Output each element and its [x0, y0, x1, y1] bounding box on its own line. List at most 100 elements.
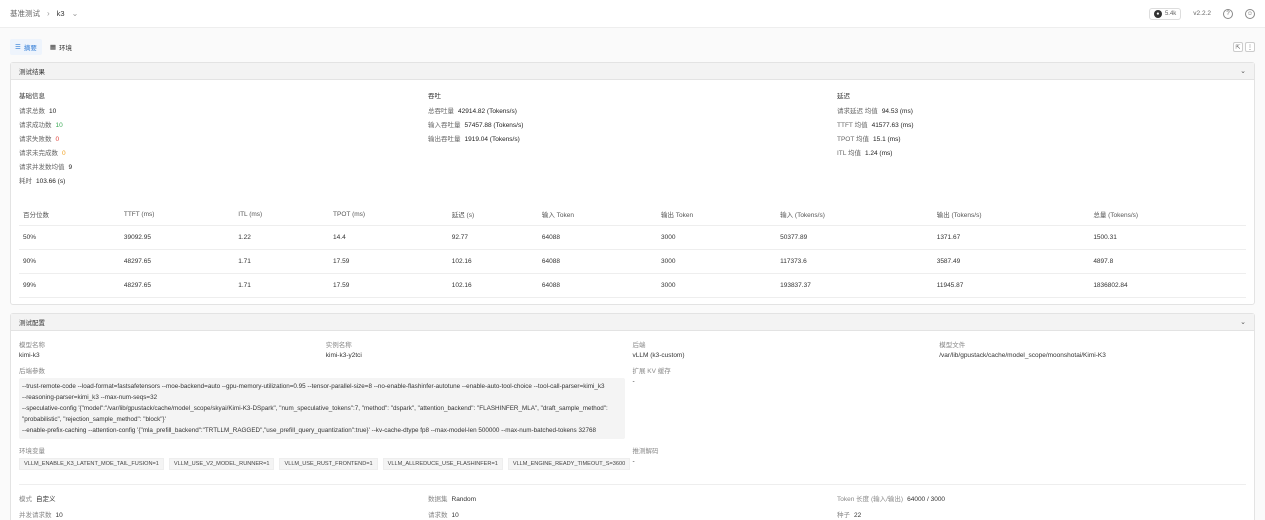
run-summary: 模式 自定义 并发请求数 10 数据集 Random 请求数 10 Token 长度 (…: [19, 484, 1246, 520]
table-cell: 117373.6: [776, 249, 933, 274]
column-header: 总量 (Tokens/s): [1089, 203, 1246, 226]
table-row: 90% 48297.65 1.71 17.59 102.16 64088 300…: [19, 249, 1246, 274]
table-cell: 1.71: [234, 273, 330, 298]
table-cell: 102.16: [447, 249, 538, 274]
field-label: 环境变量: [19, 448, 45, 455]
top-bar: 基准测试 › k3 ⌄ ● 5.4k v2.2.2 ? ☺: [0, 0, 1265, 28]
table-cell: 11945.87: [932, 273, 1090, 298]
args-line: --enable-prefix-caching --attention-conf…: [22, 427, 596, 434]
metric-label: 请求未完成数: [19, 150, 58, 157]
results-title: 测试结果: [19, 69, 45, 76]
table-cell: 193837.37: [776, 273, 933, 298]
metric-value: 57457.88 (Tokens/s): [464, 122, 524, 129]
metric-label: 耗时: [19, 178, 32, 185]
field-label: 数据集: [428, 496, 448, 503]
env-tag: VLLM_USE_RUST_FRONTEND=1: [279, 458, 378, 470]
table-cell: 4897.8: [1089, 249, 1246, 274]
field-label: 模型文件: [939, 342, 966, 349]
table-cell: 50377.89: [776, 225, 933, 250]
help-icon[interactable]: ?: [1223, 8, 1233, 19]
tab-summary[interactable]: ☰ 摘要: [10, 39, 42, 55]
table-cell: 64088: [537, 225, 657, 250]
metric-row: 输入吞吐量 57457.88 (Tokens/s): [428, 119, 837, 129]
table-cell: 64088: [537, 273, 657, 298]
metric-value: 15.1 (ms): [873, 136, 901, 143]
github-count: 5.4k: [1164, 10, 1177, 17]
table-cell: 1371.67: [932, 225, 1090, 250]
table-cell: 17.59: [329, 249, 448, 274]
chevron-up-icon[interactable]: ⌄: [1240, 67, 1246, 75]
table-cell: 1836802.84: [1089, 273, 1246, 298]
metric-value: 94.53 (ms): [881, 108, 913, 115]
env-tags: VLLM_ENABLE_K3_LATENT_MOE_TAIL_FUSION=1 …: [19, 458, 633, 470]
env-tag: VLLM_USE_V2_MODEL_RUNNER=1: [168, 458, 275, 470]
instance-name-field: 实例名称 kimi-k3-y2tci: [326, 339, 633, 359]
field-value: 22: [854, 512, 862, 519]
field-label: 实例名称: [325, 342, 352, 349]
field-label: Token 长度 (输入/输出): [837, 496, 904, 503]
table-cell: 48297.65: [119, 249, 235, 274]
metric-row: 请求失败数 0: [19, 133, 428, 143]
backend-args-code: --trust-remote-code --load-format=fastsa…: [19, 378, 625, 439]
results-panel-header[interactable]: 测试结果 ⌄: [11, 63, 1254, 80]
tab-summary-label: 摘要: [23, 45, 37, 52]
breadcrumb-current[interactable]: k3: [57, 9, 65, 18]
metric-row: 耗时 103.66 (s): [19, 175, 428, 185]
table-cell: 48297.65: [119, 273, 235, 298]
summary-col-3: Token 长度 (输入/输出) 64000 / 3000 种子 22: [837, 493, 1246, 520]
breadcrumb: 基准测试 › k3 ⌄: [10, 8, 78, 19]
field-value: 64000 / 3000: [907, 496, 946, 503]
args-line: --reasoning-parser=kimi_k3 --max-num-seq…: [22, 394, 158, 401]
metric-value: 1919.04 (Tokens/s): [464, 136, 520, 143]
export-button[interactable]: ⇱: [1233, 42, 1243, 52]
summary-row: 种子 22: [837, 509, 1246, 519]
field-value: 10: [451, 512, 459, 519]
more-button[interactable]: ⋮: [1245, 42, 1255, 52]
basic-info-title: 基础信息: [19, 93, 45, 100]
field-label: 模型名称: [19, 342, 45, 349]
metric-value: 9: [68, 164, 73, 171]
args-row: 后端参数 --trust-remote-code --load-format=f…: [19, 365, 1246, 439]
github-button[interactable]: ● 5.4k: [1148, 7, 1182, 20]
env-tag: VLLM_ENGINE_READY_TIMEOUT_S=3600: [507, 458, 631, 470]
column-header: ITL (ms): [234, 203, 330, 226]
chevron-up-icon[interactable]: ⌄: [1240, 318, 1246, 326]
metric-label: 请求并发数均值: [19, 164, 65, 171]
percentile-table: 百分位数 TTFT (ms) ITL (ms) TPOT (ms) 延迟 (s)…: [19, 203, 1246, 298]
user-icon[interactable]: ☺: [1245, 8, 1255, 19]
env-vars-field: 环境变量 VLLM_ENABLE_K3_LATENT_MOE_TAIL_FUSI…: [19, 445, 633, 470]
tab-environment[interactable]: ▦ 环境: [45, 39, 77, 55]
table-cell: 3000: [656, 273, 777, 298]
field-value: kimi-k3: [19, 352, 40, 359]
field-value: /var/lib/gpustack/cache/model_scope/moon…: [939, 352, 1106, 359]
field-label: 后端参数: [19, 368, 45, 375]
tabs-row: ☰ 摘要 ▦ 环境 ⇱ ⋮: [0, 36, 1265, 58]
summary-row: Token 长度 (输入/输出) 64000 / 3000: [837, 493, 1246, 503]
column-header: 延迟 (s): [447, 203, 538, 226]
spec-decode-field: 推测解码 -: [633, 445, 1247, 470]
metric-row: TPOT 均值 15.1 (ms): [837, 133, 1246, 143]
metric-value: 0: [55, 136, 60, 143]
column-header: 百分位数: [19, 203, 120, 226]
field-label: 后端: [632, 342, 646, 349]
tab-actions: ⇱ ⋮: [1233, 42, 1255, 52]
metric-row: 请求总数 10: [19, 105, 428, 115]
chevron-down-icon[interactable]: ⌄: [72, 9, 79, 18]
column-header: 输出 (Tokens/s): [932, 203, 1090, 226]
env-tag: VLLM_ENABLE_K3_LATENT_MOE_TAIL_FUSION=1: [19, 458, 164, 470]
metric-value: 42914.82 (Tokens/s): [458, 108, 517, 115]
metric-value: 41577.63 (ms): [871, 122, 914, 129]
args-line: --trust-remote-code --load-format=fastsa…: [22, 383, 605, 390]
field-label: 推测解码: [632, 448, 659, 455]
backend-field: 后端 vLLM (k3-custom): [633, 339, 940, 359]
table-cell: 1.22: [234, 225, 330, 250]
field-value: vLLM (k3-custom): [632, 352, 685, 359]
breadcrumb-parent[interactable]: 基准测试: [10, 8, 40, 19]
column-header: TPOT (ms): [329, 203, 448, 226]
config-panel-header[interactable]: 测试配置 ⌄: [11, 314, 1254, 331]
config-top-row: 模型名称 kimi-k3 实例名称 kimi-k3-y2tci 后端 vLLM …: [19, 339, 1246, 359]
metric-value: 10: [49, 108, 57, 115]
field-value: 10: [55, 512, 63, 519]
grid-icon: ▦: [49, 44, 56, 51]
table-cell: 50%: [19, 225, 120, 250]
